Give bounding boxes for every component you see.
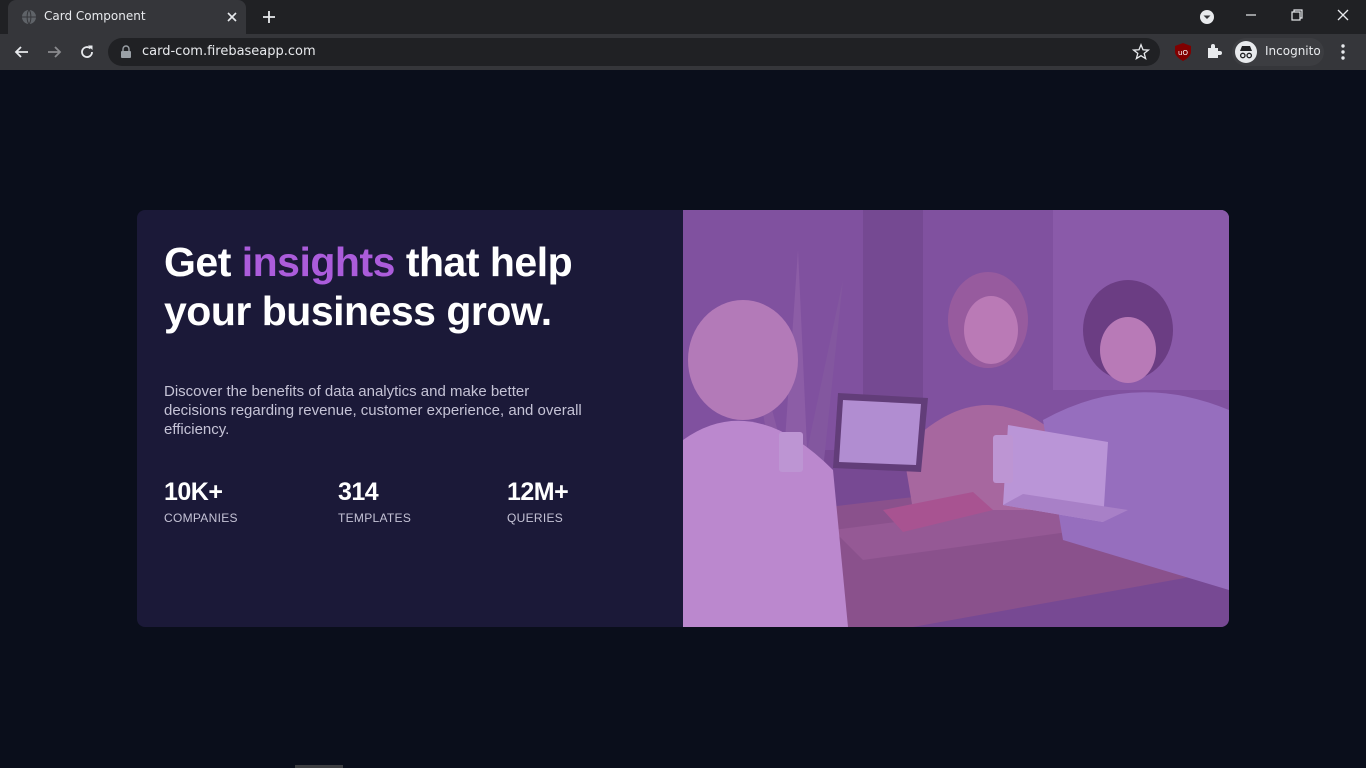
address-bar[interactable]: card-com.firebaseapp.com (108, 38, 1160, 66)
team-photo (683, 210, 1229, 627)
svg-text:uO: uO (1178, 49, 1188, 57)
stat-label: COMPANIES (164, 511, 238, 525)
stat-queries: 12M+ QUERIES (507, 478, 569, 525)
reload-icon[interactable] (77, 42, 97, 62)
incognito-icon (1235, 41, 1257, 63)
url-text: card-com.firebaseapp.com (142, 44, 316, 59)
lock-icon[interactable] (120, 45, 132, 59)
tab-strip: Card Component (0, 0, 1366, 34)
back-icon[interactable] (12, 42, 32, 62)
stats-card: Get insights that help your business gro… (137, 210, 1229, 627)
star-icon[interactable] (1132, 43, 1150, 61)
profile-incognito-button[interactable]: Incognito (1232, 38, 1324, 66)
close-tab-icon[interactable] (224, 9, 240, 25)
puzzle-icon[interactable] (1205, 42, 1223, 60)
ublock-icon[interactable]: uO (1174, 42, 1192, 62)
tab-card-component[interactable]: Card Component (8, 0, 246, 34)
browser-chrome: Card Component card-com.firebaseapp.com … (0, 0, 1366, 70)
tab-title: Card Component (44, 9, 146, 23)
tab-search-icon[interactable] (1198, 8, 1216, 26)
card-text-column: Get insights that help your business gro… (164, 210, 664, 627)
stat-templates: 314 TEMPLATES (338, 478, 411, 525)
window-close-icon[interactable] (1334, 6, 1352, 24)
stat-label: TEMPLATES (338, 511, 412, 525)
stat-value: 314 (338, 478, 379, 506)
stat-companies: 10K+ COMPANIES (164, 478, 238, 525)
card-description: Discover the benefits of data analytics … (164, 383, 582, 438)
stat-label: QUERIES (507, 511, 564, 525)
toolbar: card-com.firebaseapp.com uO Incognito (0, 34, 1366, 70)
forward-icon[interactable] (44, 42, 64, 62)
restore-icon[interactable] (1288, 6, 1306, 24)
menu-icon[interactable] (1336, 42, 1350, 62)
minimize-icon[interactable] (1242, 6, 1260, 24)
stat-value: 10K+ (164, 478, 223, 506)
stat-value: 12M+ (507, 478, 569, 506)
headline-accent: insights (241, 239, 396, 285)
card-headline: Get insights that help your business gro… (164, 239, 573, 334)
new-tab-icon[interactable] (260, 8, 278, 26)
profile-label: Incognito (1265, 44, 1321, 58)
globe-icon (22, 9, 36, 25)
